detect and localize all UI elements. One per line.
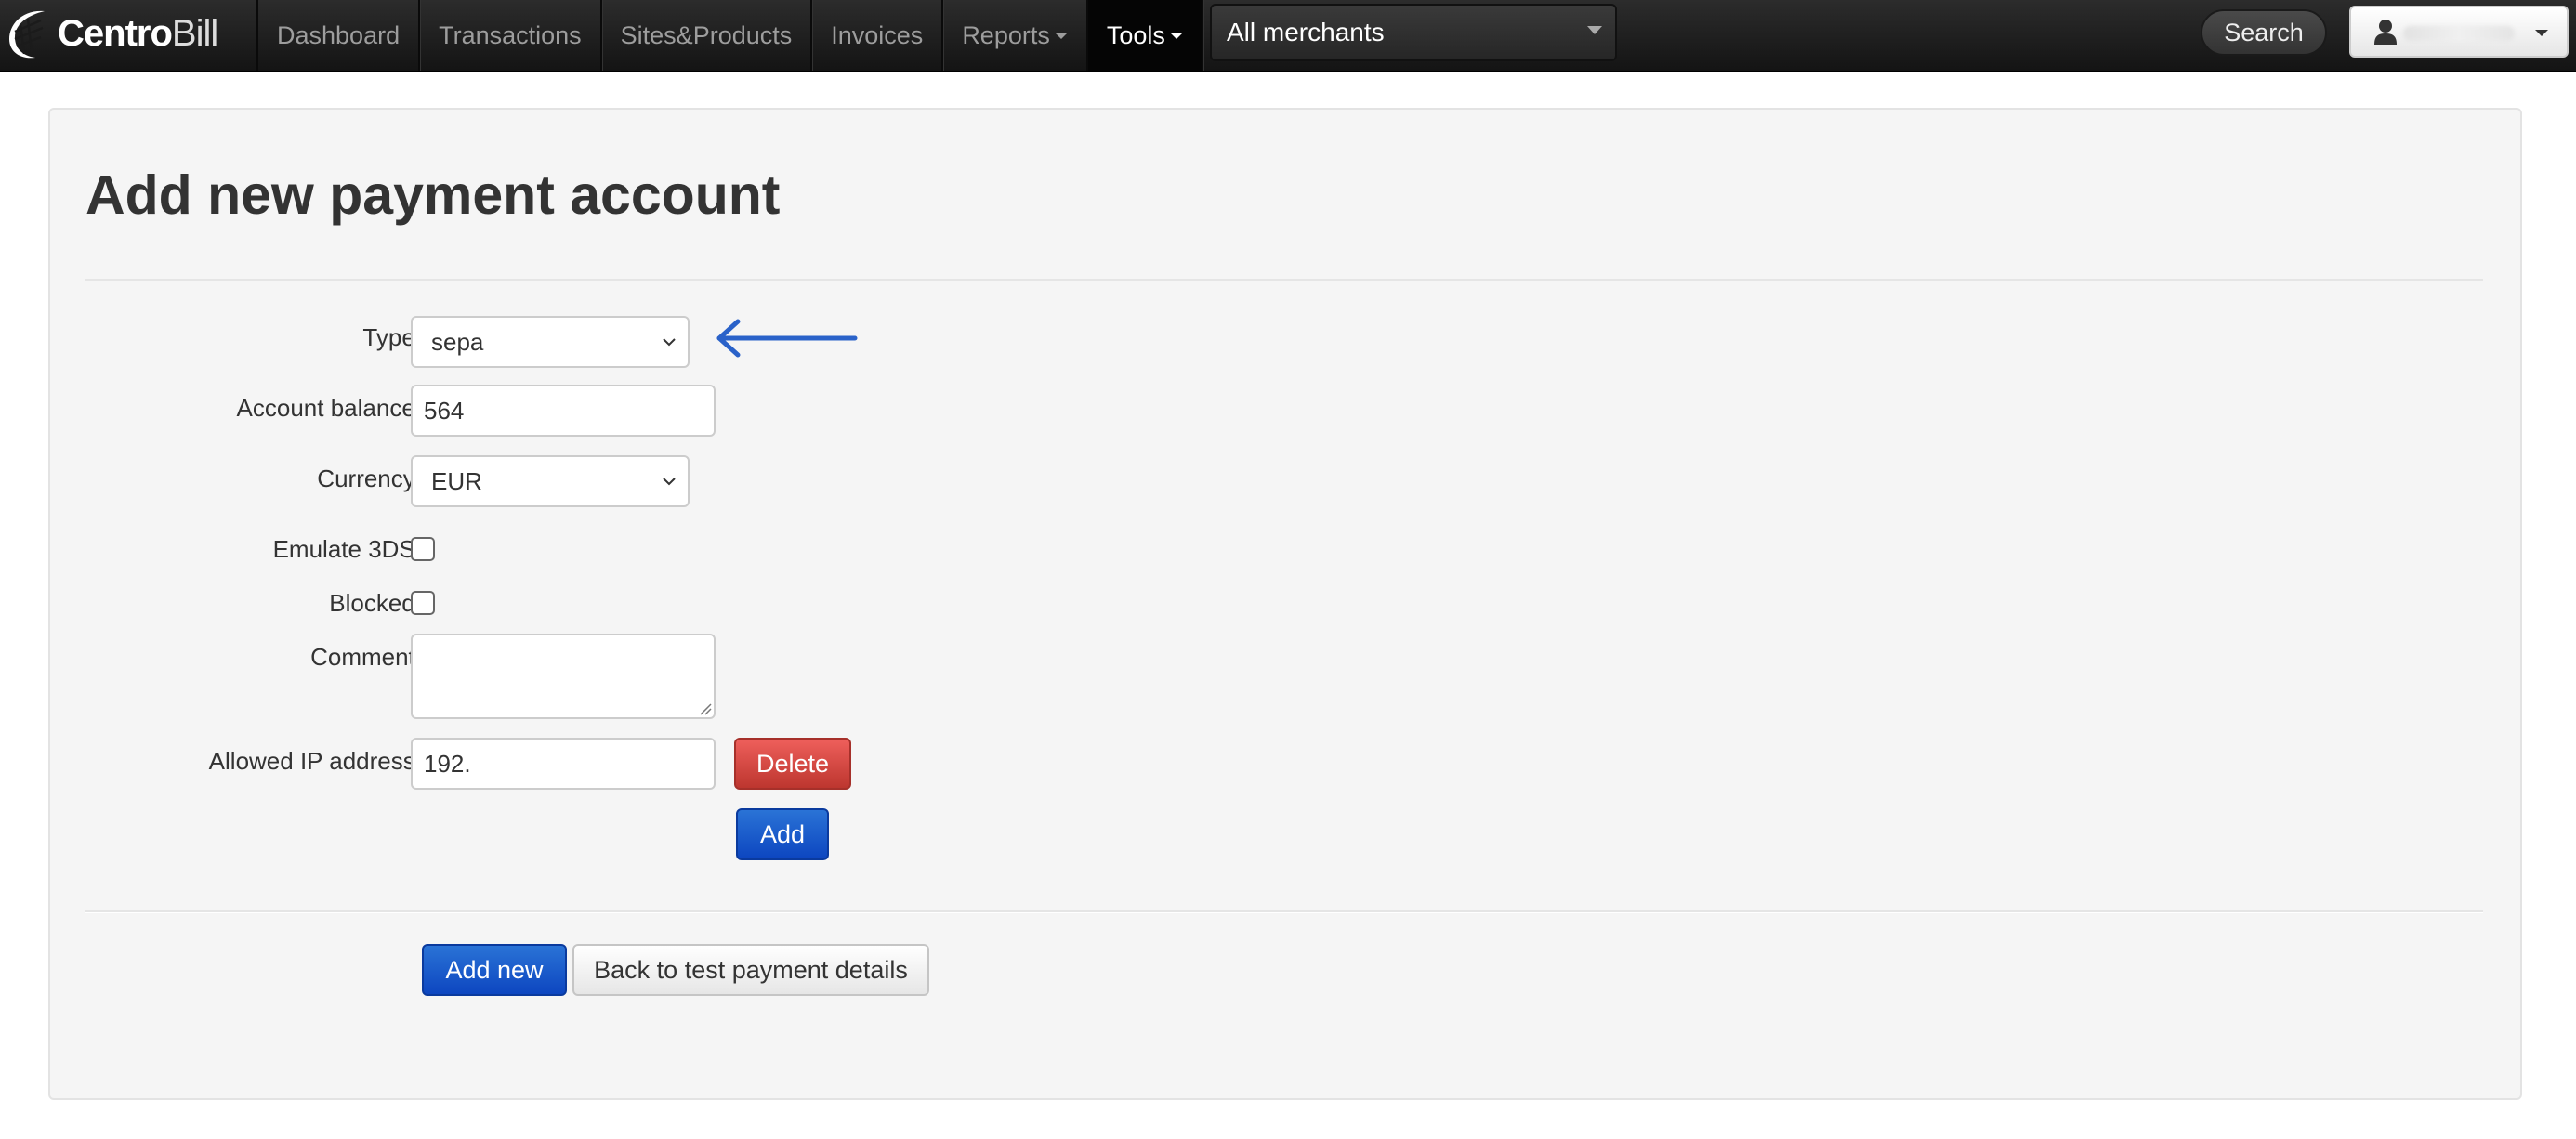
- page-title: Add new payment account: [85, 164, 781, 226]
- nav-reports-label: Reports: [962, 20, 1050, 49]
- add-new-button-label: Add new: [445, 955, 544, 984]
- divider-bottom: [85, 910, 2483, 913]
- type-select[interactable]: sepa: [411, 316, 690, 368]
- type-select-value: sepa: [431, 327, 484, 356]
- search-button[interactable]: Search: [2201, 9, 2327, 56]
- nav-sites-products-label: Sites&Products: [620, 20, 793, 49]
- nav-transactions[interactable]: Transactions: [420, 0, 602, 71]
- top-navbar: CentroBill Dashboard Transactions Sites&…: [0, 0, 2576, 72]
- add-ip-button[interactable]: Add: [736, 808, 829, 860]
- merchant-select[interactable]: All merchants: [1210, 4, 1617, 61]
- nav-transactions-label: Transactions: [439, 20, 582, 49]
- nav-reports-dropdown[interactable]: Reports: [943, 0, 1088, 71]
- account-balance-value: 564: [424, 396, 465, 425]
- comment-textarea[interactable]: [411, 634, 716, 719]
- divider-top: [85, 279, 2483, 281]
- add-ip-button-label: Add: [759, 819, 806, 848]
- centrobill-logo-icon: [9, 10, 45, 59]
- comment-label: Comment:: [310, 643, 422, 671]
- main-nav: Dashboard Transactions Sites&Products In…: [256, 0, 1203, 71]
- dropdown-arrow-icon: [1587, 26, 1602, 34]
- brand-logo-link[interactable]: CentroBill: [4, 4, 218, 63]
- emulate-3ds-label: Emulate 3DS:: [272, 535, 422, 563]
- currency-label: Currency:: [317, 465, 422, 492]
- currency-select-value: EUR: [431, 466, 482, 495]
- form-panel: Add new payment account Type: sepa Accou…: [48, 108, 2522, 1100]
- nav-invoices-label: Invoices: [831, 20, 924, 49]
- caret-down-icon: [1054, 32, 1068, 39]
- nav-dashboard[interactable]: Dashboard: [256, 0, 421, 71]
- account-balance-input[interactable]: 564: [411, 385, 716, 437]
- delete-ip-button[interactable]: Delete: [734, 738, 851, 790]
- chevron-down-icon: [663, 478, 676, 486]
- account-balance-label: Account balance:: [236, 394, 422, 422]
- allowed-ip-value: 192.: [424, 749, 471, 778]
- merchant-select-value: All merchants: [1227, 18, 1385, 46]
- user-icon: [2374, 20, 2397, 45]
- delete-ip-button-label: Delete: [756, 749, 830, 778]
- resize-grip-icon[interactable]: [699, 702, 712, 715]
- back-button-label: Back to test payment details: [594, 955, 908, 984]
- type-label: Type:: [362, 323, 422, 351]
- annotation-arrow-icon: [716, 319, 858, 358]
- user-menu-button[interactable]: [2349, 6, 2569, 58]
- allowed-ip-label: Allowed IP address:: [208, 747, 422, 775]
- user-name-redacted: [2403, 26, 2515, 41]
- allowed-ip-input[interactable]: 192.: [411, 738, 716, 790]
- back-to-test-payment-details-button[interactable]: Back to test payment details: [572, 944, 929, 996]
- nav-invoices[interactable]: Invoices: [812, 0, 944, 71]
- currency-select[interactable]: EUR: [411, 455, 690, 507]
- search-button-label: Search: [2224, 18, 2304, 46]
- caret-down-icon: [1169, 32, 1183, 39]
- emulate-3ds-checkbox[interactable]: [411, 537, 435, 561]
- caret-down-icon: [2535, 30, 2548, 36]
- nav-tools-dropdown[interactable]: Tools: [1087, 0, 1203, 71]
- blocked-checkbox[interactable]: [411, 591, 435, 615]
- chevron-down-icon: [663, 338, 676, 347]
- brand-name: CentroBill: [58, 12, 218, 54]
- nav-sites-products[interactable]: Sites&Products: [602, 0, 813, 71]
- blocked-label: Blocked:: [329, 589, 422, 617]
- nav-tools-label: Tools: [1106, 20, 1165, 49]
- add-new-button[interactable]: Add new: [422, 944, 567, 996]
- nav-dashboard-label: Dashboard: [277, 20, 401, 49]
